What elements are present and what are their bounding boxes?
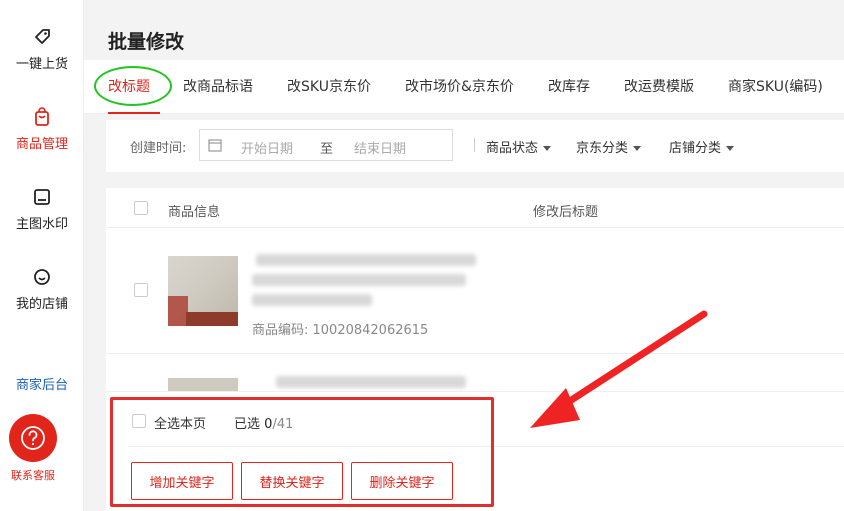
product-status-dropdown[interactable]: 商品状态: [486, 137, 552, 156]
sidebar: 一键上货 商品管理 主图水印 我的店铺 商家后台 联系客服: [0, 0, 84, 511]
sidebar-item-one-click-upload[interactable]: 一键上货: [0, 27, 84, 72]
delete-keyword-button[interactable]: 删除关键字: [351, 462, 453, 500]
dropdown-label: 店铺分类: [669, 141, 722, 156]
filter-divider: [474, 138, 475, 152]
main-content: 批量修改 改标题 改商品标语 改SKU京东价 改市场价&京东价 改库存 改运费模…: [84, 0, 844, 511]
page-title: 批量修改: [108, 31, 185, 53]
image-watermark-icon: [34, 189, 50, 205]
calendar-icon: [208, 139, 222, 152]
selected-count: 已选 0/41: [234, 413, 293, 432]
selected-prefix: 已选: [234, 417, 261, 432]
total-number: /41: [272, 417, 294, 432]
tab-edit-stock[interactable]: 改库存: [548, 76, 590, 96]
tab-edit-sku-price[interactable]: 改SKU京东价: [287, 76, 371, 96]
question-icon: [21, 426, 45, 450]
replace-keyword-button[interactable]: 替换关键字: [241, 462, 343, 500]
contact-support-label: 联系客服: [11, 469, 55, 482]
caret-down-icon: [726, 146, 735, 151]
tab-edit-market-price[interactable]: 改市场价&京东价: [405, 76, 514, 96]
sidebar-item-label: 一键上货: [15, 57, 68, 72]
tab-edit-freight-template[interactable]: 改运费模版: [624, 76, 694, 96]
sidebar-item-my-store[interactable]: 我的店铺: [0, 267, 84, 312]
blurred-title-line: [256, 254, 476, 266]
tag-icon: [35, 29, 50, 44]
column-new-title: 修改后标题: [533, 205, 599, 220]
sidebar-item-label: 商品管理: [15, 137, 68, 152]
footer-divider: [128, 446, 844, 447]
shop-category-dropdown[interactable]: 店铺分类: [669, 137, 735, 156]
caret-down-icon: [633, 146, 642, 151]
merchant-backend-link[interactable]: 商家后台: [0, 374, 84, 393]
blurred-title-line: [252, 274, 466, 286]
date-range-separator: 至: [320, 142, 334, 157]
header-checkbox[interactable]: [134, 201, 148, 215]
dropdown-label: 京东分类: [576, 141, 629, 156]
dropdown-label: 商品状态: [486, 141, 539, 156]
created-time-label: 创建时间:: [130, 141, 187, 156]
blurred-title-line: [276, 376, 466, 388]
column-product-info: 商品信息: [168, 205, 221, 220]
active-tab-indicator: [108, 112, 160, 114]
product-code: 商品编码: 10020842062615: [252, 323, 429, 338]
tab-merchant-sku[interactable]: 商家SKU(编码): [728, 76, 823, 96]
table-header: 商品信息 修改后标题: [106, 188, 844, 228]
select-all-checkbox[interactable]: [132, 414, 146, 428]
tab-edit-slogan[interactable]: 改商品标语: [183, 76, 253, 96]
highlight-circle: [94, 66, 172, 106]
product-thumbnail: [168, 256, 238, 326]
row-checkbox[interactable]: [134, 283, 148, 297]
tab-bar: 改标题 改商品标语 改SKU京东价 改市场价&京东价 改库存 改运费模版 商家S…: [84, 60, 844, 114]
start-date-input[interactable]: 开始日期: [241, 138, 293, 157]
caret-down-icon: [543, 146, 552, 151]
filter-bar: 创建时间: 开始日期 至 结束日期 商品状态 京东分类 店铺分类: [106, 120, 844, 172]
table-row[interactable]: 商品编码: 10020842062615: [106, 228, 844, 354]
sidebar-item-product-management[interactable]: 商品管理: [0, 107, 84, 152]
store-icon: [34, 269, 50, 285]
product-table: 商品信息 修改后标题 商品编码: 10020842062615: [106, 188, 844, 398]
jd-category-dropdown[interactable]: 京东分类: [576, 137, 642, 156]
sidebar-item-label: 我的店铺: [15, 297, 68, 312]
add-keyword-button[interactable]: 增加关键字: [131, 462, 233, 500]
blurred-title-line: [252, 294, 372, 306]
date-range-picker[interactable]: 开始日期 至 结束日期: [199, 129, 453, 161]
sidebar-item-label: 主图水印: [15, 217, 68, 232]
end-date-input[interactable]: 结束日期: [354, 138, 406, 157]
sidebar-item-main-image-watermark[interactable]: 主图水印: [0, 187, 84, 232]
batch-action-bar: 全选本页 已选 0/41 增加关键字 替换关键字 删除关键字: [106, 391, 844, 511]
shopping-bag-icon: [35, 107, 49, 126]
help-button[interactable]: [9, 414, 57, 462]
select-all-label[interactable]: 全选本页: [154, 413, 206, 432]
